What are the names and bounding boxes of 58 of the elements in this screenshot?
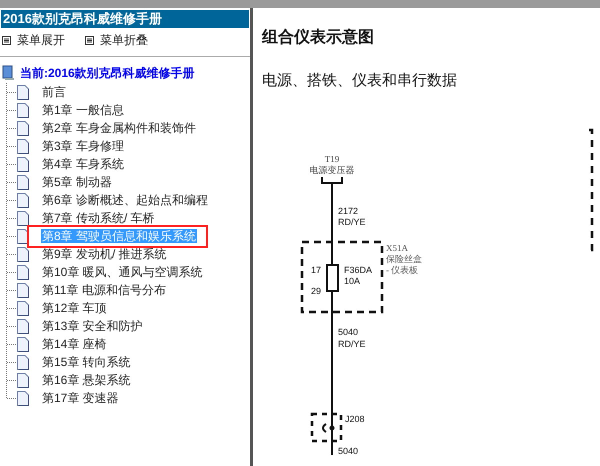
page-heading: 组合仪表示意图 (262, 27, 375, 48)
page-icon (17, 336, 29, 352)
menu-toggle-button[interactable]: 菜单展开 (2, 31, 65, 49)
page-icon (17, 84, 29, 100)
tree-root-label[interactable]: 当前:2016款别克昂科威维修手册 (20, 64, 195, 82)
sidebar-title: 2016款别克昂科威维修手册 (1, 10, 249, 28)
page-icon (17, 192, 29, 208)
page-icon (17, 228, 29, 244)
computer-icon (2, 65, 16, 81)
tree-item[interactable]: 前言 (41, 85, 67, 99)
tree-item[interactable]: 第17章 变速器 (41, 391, 120, 405)
wire-number: 5040 (338, 446, 358, 454)
component-name: 电源变压器 (310, 164, 354, 174)
tree-item[interactable]: 第16章 悬架系统 (41, 373, 132, 387)
wire-color: RD/YE (338, 338, 366, 348)
pin-number: 17 (311, 264, 322, 274)
tree-item[interactable]: 第9章 发动机/ 推进系统 (41, 247, 168, 261)
wire-number: 5040 (338, 326, 358, 336)
menu-toggle-button[interactable]: 菜单折叠 (85, 31, 148, 49)
wire-color: RD/YE (338, 216, 366, 226)
page-icon (17, 210, 29, 226)
tree-item[interactable]: 第3章 车身修理 (41, 139, 126, 153)
page-icon (17, 354, 29, 370)
fuse-box-name: - 仪表板 (386, 264, 418, 274)
page-icon (17, 372, 29, 388)
page-icon (17, 300, 29, 316)
fuse-box-id: X51A (386, 242, 408, 252)
page-icon (17, 318, 29, 334)
fuse-rating: 10A (344, 276, 360, 286)
tree-item[interactable]: 第10章 暖风、通风与空调系统 (41, 265, 204, 279)
page-icon (17, 138, 29, 154)
page-icon (17, 102, 29, 118)
tree-item[interactable]: 第14章 座椅 (41, 337, 108, 351)
tree-item[interactable]: 第7章 传动系统/ 车桥 (41, 211, 156, 225)
page-subtitle: 电源、搭铁、仪表和串行数据 (262, 71, 458, 91)
page-icon (17, 174, 29, 190)
tree-item[interactable]: 第5章 制动器 (41, 175, 114, 189)
fuse-box-name: 保险丝盒 (386, 254, 422, 264)
tree-item[interactable]: 第11章 电源和信号分布 (41, 283, 167, 297)
splice-id: J208 (345, 414, 365, 424)
component-id: T19 (324, 154, 340, 164)
page-icon (17, 282, 29, 298)
tree-item[interactable]: 第2章 车身金属构件和装饰件 (41, 121, 198, 135)
page-icon (17, 390, 29, 406)
page-icon (17, 264, 29, 280)
tree-item[interactable]: 第6章 诊断概述、起始点和编程 (41, 193, 210, 207)
tree-item[interactable]: 第4章 车身系统 (41, 157, 126, 171)
fuse-id: F36DA (344, 264, 372, 274)
tree-item[interactable]: 第1章 一般信息 (41, 103, 126, 117)
menu-icon (85, 36, 94, 44)
tree-item[interactable]: 第15章 转向系统 (41, 355, 132, 369)
wire-number: 2172 (338, 206, 358, 216)
tree-item[interactable]: 第12章 车顶 (41, 301, 108, 315)
page-icon (17, 120, 29, 136)
tree-item[interactable]: 第13章 安全和防护 (41, 319, 144, 333)
page-icon (17, 156, 29, 172)
page-icon (17, 246, 29, 262)
pin-number: 29 (311, 286, 322, 296)
